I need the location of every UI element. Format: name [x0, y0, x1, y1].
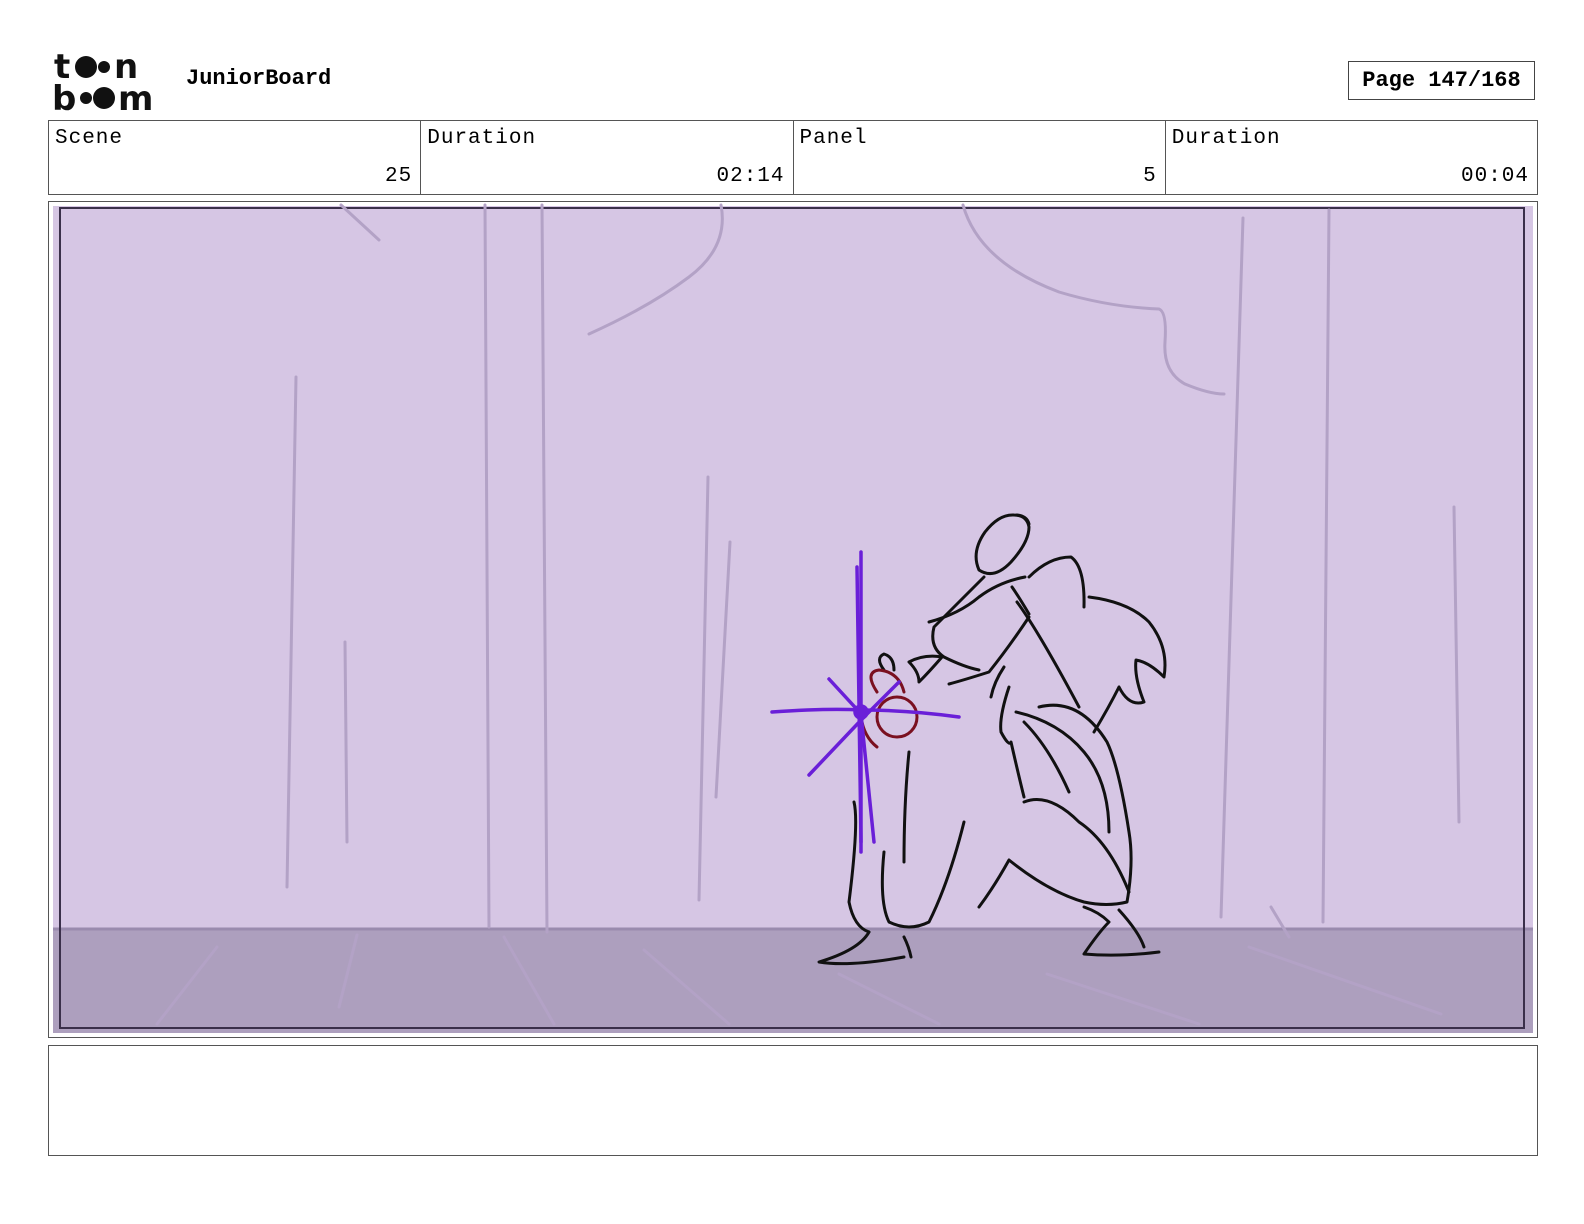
scene-cell: Scene 25	[49, 121, 422, 194]
panel-label: Panel	[799, 127, 868, 150]
scene-duration-value: 02:14	[716, 165, 785, 188]
panel-duration-value: 00:04	[1460, 165, 1529, 188]
panel-info-row: Scene 25 Duration 02:14 Panel 5 Duration…	[48, 120, 1538, 195]
scene-label: Scene	[55, 127, 124, 150]
svg-text:b: b	[52, 79, 76, 112]
storyboard-panel	[48, 201, 1538, 1038]
app-name: JuniorBoard	[186, 66, 332, 91]
panel-duration-cell: Duration 00:04	[1166, 121, 1537, 194]
page-number: Page 147/168	[1348, 61, 1535, 100]
background-wall	[53, 206, 1533, 929]
scene-duration-label: Duration	[427, 127, 537, 150]
panel-duration-label: Duration	[1171, 127, 1281, 150]
panel-cell: Panel 5	[794, 121, 1166, 194]
panel-notes	[48, 1045, 1538, 1156]
scene-value: 25	[385, 165, 413, 188]
panel-drawing	[53, 203, 1533, 1033]
toon-boom-logo: t n b m	[52, 47, 164, 119]
scene-duration-cell: Duration 02:14	[421, 121, 794, 194]
panel-value: 5	[1143, 165, 1157, 188]
svg-text:m: m	[118, 79, 153, 112]
floor	[53, 929, 1533, 1033]
